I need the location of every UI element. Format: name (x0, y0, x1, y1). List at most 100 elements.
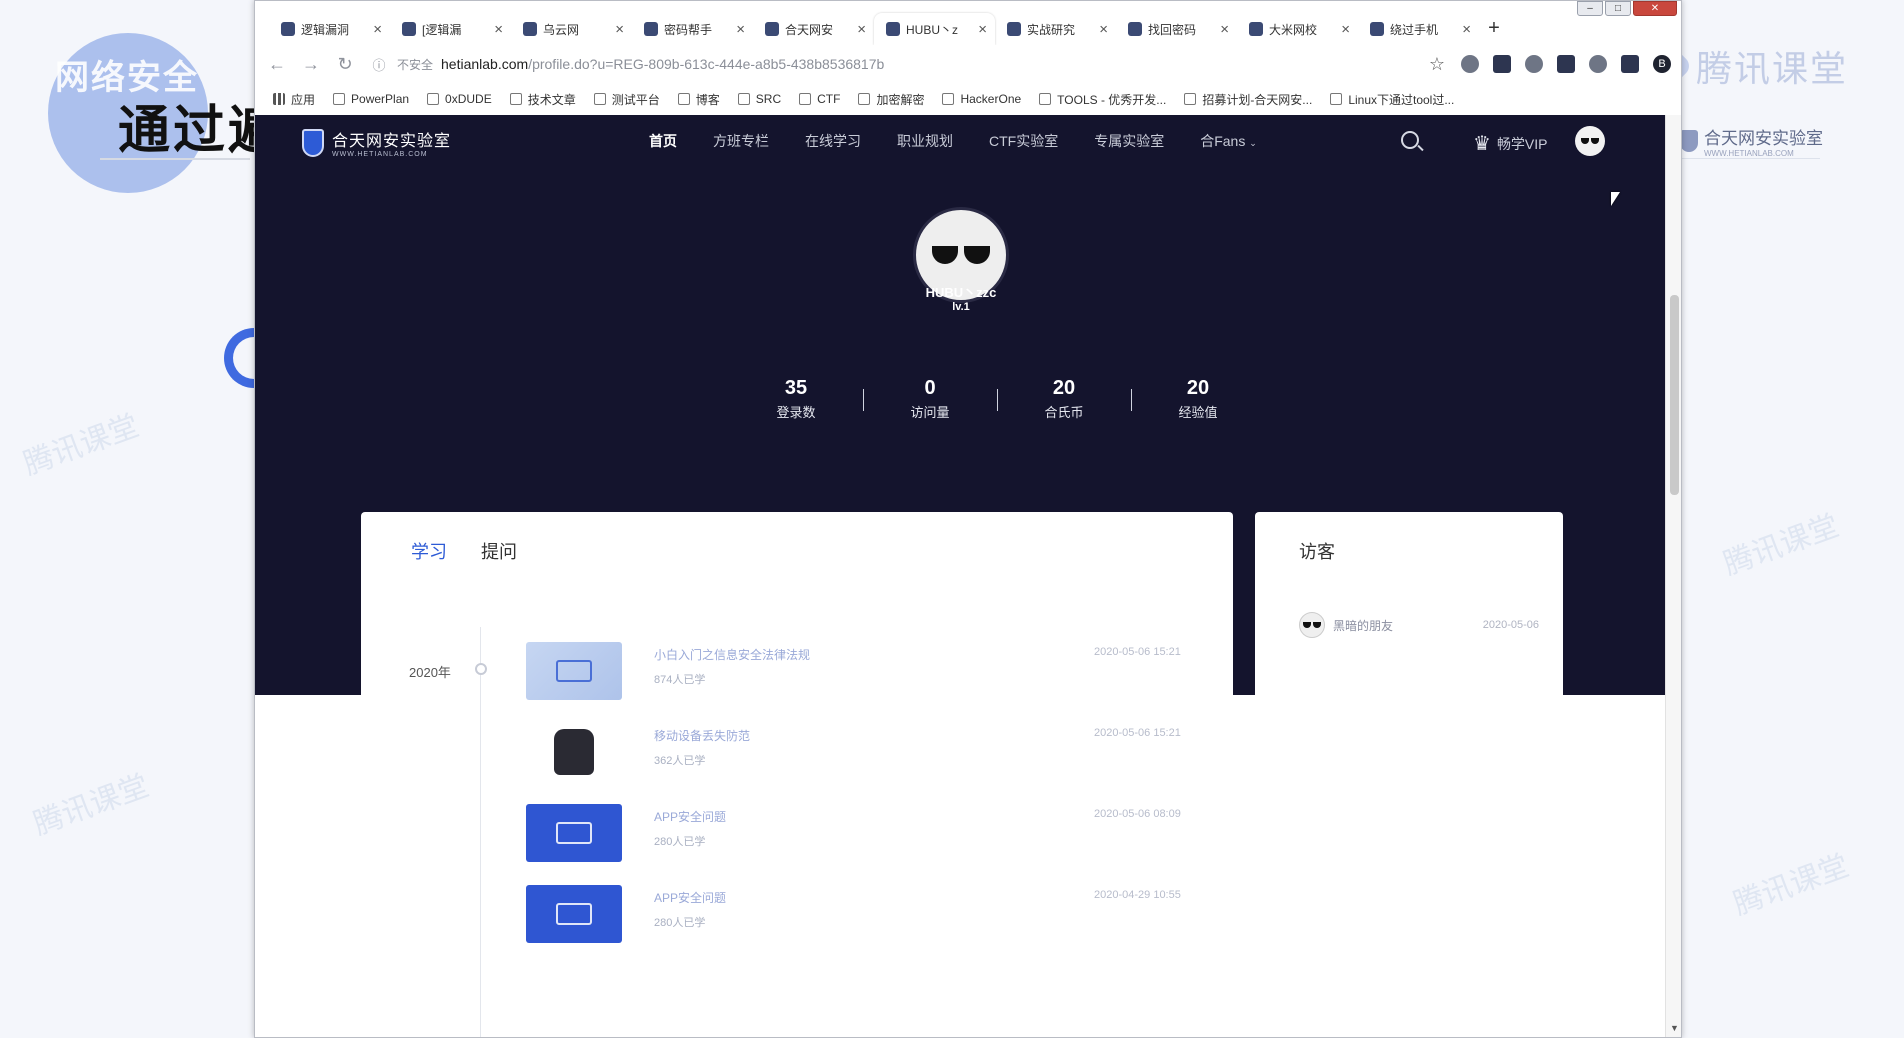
watermark: 腾讯课堂 (29, 769, 154, 842)
close-tab-icon[interactable]: × (1341, 21, 1350, 38)
browser-tab[interactable]: 找回密码 × (1116, 13, 1237, 45)
vip-link[interactable]: ♛ 畅学VIP (1473, 131, 1548, 156)
course-title[interactable]: 小白入门之信息安全法律法规 (654, 646, 810, 663)
course-item[interactable]: APP安全问题 280人已学 2020-05-06 08:09 (526, 804, 1206, 862)
course-title[interactable]: APP安全问题 (654, 889, 726, 906)
bookmark-icon (427, 93, 440, 105)
menu-item-online-learning[interactable]: 在线学习 (787, 131, 879, 151)
browser-tab[interactable]: 密码帮手 × (632, 13, 753, 45)
browser-tab[interactable]: 合天网安 × (753, 13, 874, 45)
bookmark-item[interactable]: SRC (737, 92, 781, 106)
menu-item-exclusive-lab[interactable]: 专属实验室 (1076, 131, 1182, 151)
course-item[interactable]: APP安全问题 280人已学 2020-04-29 10:55 (526, 885, 1206, 943)
search-icon[interactable] (1401, 131, 1419, 149)
forward-icon[interactable]: → (301, 54, 321, 75)
user-avatar[interactable] (1575, 126, 1605, 156)
device-icon (556, 822, 592, 844)
course-date: 2020-05-06 08:09 (1094, 808, 1181, 820)
close-tab-icon[interactable]: × (1462, 21, 1471, 38)
profile-level: lv.1 (952, 301, 970, 313)
bookmark-item[interactable]: TOOLS - 优秀开发... (1039, 91, 1166, 108)
profile-avatar-button[interactable]: B (1653, 55, 1671, 73)
extension-icon[interactable] (1493, 55, 1511, 73)
visitors-title: 访客 (1299, 542, 1335, 562)
back-icon[interactable]: ← (267, 54, 287, 75)
new-tab-button[interactable]: + (1479, 13, 1509, 45)
address-bar[interactable]: ⓘ 不安全 hetianlab.com/profile.do?u=REG-809… (369, 55, 1413, 74)
tencent-classroom-name: 腾讯课堂 (1696, 48, 1849, 89)
course-item[interactable]: 小白入门之信息安全法律法规 874人已学 2020-05-06 15:21 (526, 642, 1206, 700)
star-icon[interactable]: ☆ (1427, 54, 1447, 75)
browser-tab[interactable]: 实战研究 × (995, 13, 1116, 45)
slide-divider (100, 158, 250, 160)
reload-icon[interactable]: ↻ (335, 54, 355, 75)
bookmark-icon (333, 93, 346, 105)
tab-favicon-icon (886, 22, 900, 36)
scroll-down-icon[interactable]: ▼ (1670, 1023, 1679, 1033)
scrollbar-thumb[interactable] (1670, 295, 1679, 495)
tab-questions[interactable]: 提问 (481, 538, 517, 564)
course-item[interactable]: 移动设备丢失防范 362人已学 2020-05-06 15:21 (526, 723, 1206, 781)
bookmark-item[interactable]: CTF (799, 92, 840, 106)
menu-item-fangban[interactable]: 方班专栏 (695, 131, 787, 151)
bookmark-item[interactable]: 招募计划-合天网安... (1184, 91, 1312, 108)
tab-study[interactable]: 学习 (411, 538, 447, 564)
bookmark-item[interactable]: 测试平台 (593, 91, 660, 108)
close-tab-icon[interactable]: × (1099, 21, 1108, 38)
folder-icon (858, 93, 871, 105)
browser-tab[interactable]: 逻辑漏洞 × (269, 13, 390, 45)
tab-title: 合天网安 (785, 22, 834, 37)
close-tab-icon[interactable]: × (1220, 21, 1229, 38)
watermark: 腾讯课堂 (1729, 849, 1854, 922)
bookmark-item[interactable]: 技术文章 (509, 91, 576, 108)
browser-tab[interactable]: 绕过手机 × (1358, 13, 1479, 45)
course-title[interactable]: APP安全问题 (654, 808, 726, 825)
browser-tab[interactable]: 乌云网 × (511, 13, 632, 45)
bookmark-item[interactable]: 0xDUDE (427, 92, 492, 106)
site-url: WWW.HETIANLAB.COM (332, 151, 428, 158)
course-title[interactable]: 移动设备丢失防范 (654, 727, 750, 744)
close-tab-icon[interactable]: × (373, 21, 382, 38)
browser-tab[interactable]: 大米网校 × (1237, 13, 1358, 45)
close-tab-icon[interactable]: × (978, 21, 987, 38)
watermark: 腾讯课堂 (19, 409, 144, 482)
bookmark-item[interactable]: 应用 (273, 91, 315, 108)
mouse-cursor-icon (1611, 192, 1620, 206)
close-tab-icon[interactable]: × (494, 21, 503, 38)
extension-icon[interactable] (1557, 55, 1575, 73)
extension-icon[interactable] (1525, 55, 1543, 73)
extension-icon[interactable] (1589, 55, 1607, 73)
tab-favicon-icon (1128, 22, 1142, 36)
close-tab-icon[interactable]: × (615, 21, 624, 38)
course-thumbnail[interactable] (526, 885, 622, 943)
watermark: 腾讯课堂 (1719, 509, 1844, 582)
site-logo[interactable]: 合天网安实验室 WWW.HETIANLAB.COM (302, 127, 451, 158)
course-thumbnail[interactable] (526, 804, 622, 862)
bookmark-item[interactable]: Linux下通过tool过... (1330, 91, 1454, 108)
visitor-avatar[interactable] (1299, 612, 1325, 638)
menu-item-ctf-lab[interactable]: CTF实验室 (971, 131, 1076, 151)
visitor-date: 2020-05-06 (1482, 619, 1539, 631)
bookmark-item[interactable]: 博客 (677, 91, 720, 108)
close-tab-icon[interactable]: × (857, 21, 866, 38)
site-name: 合天网安实验室 (332, 133, 452, 150)
info-icon[interactable]: ⓘ (369, 55, 389, 74)
visitor-item[interactable]: 黑暗的朋友 2020-05-06 (1299, 612, 1539, 638)
menu-item-career[interactable]: 职业规划 (879, 131, 971, 151)
page-scrollbar[interactable]: ▼ (1665, 115, 1681, 1037)
extension-icon[interactable] (1461, 55, 1479, 73)
menu-item-hefans[interactable]: 合Fans ⌄ (1182, 131, 1275, 151)
browser-tab[interactable]: [逻辑漏 × (390, 13, 511, 45)
course-thumbnail[interactable] (526, 642, 622, 700)
extension-icon[interactable] (1621, 55, 1639, 73)
course-thumbnail[interactable] (526, 723, 622, 781)
sunglasses-icon (1303, 622, 1321, 628)
browser-tab-active[interactable]: HUBU丶z × (874, 13, 995, 45)
close-tab-icon[interactable]: × (736, 21, 745, 38)
visitor-name[interactable]: 黑暗的朋友 (1333, 617, 1475, 634)
menu-item-home[interactable]: 首页 (631, 131, 695, 151)
bookmark-item[interactable]: HackerOne (942, 92, 1021, 106)
bookmark-item[interactable]: 加密解密 (858, 91, 924, 108)
bookmark-item[interactable]: PowerPlan (333, 92, 409, 106)
tab-favicon-icon (523, 22, 537, 36)
